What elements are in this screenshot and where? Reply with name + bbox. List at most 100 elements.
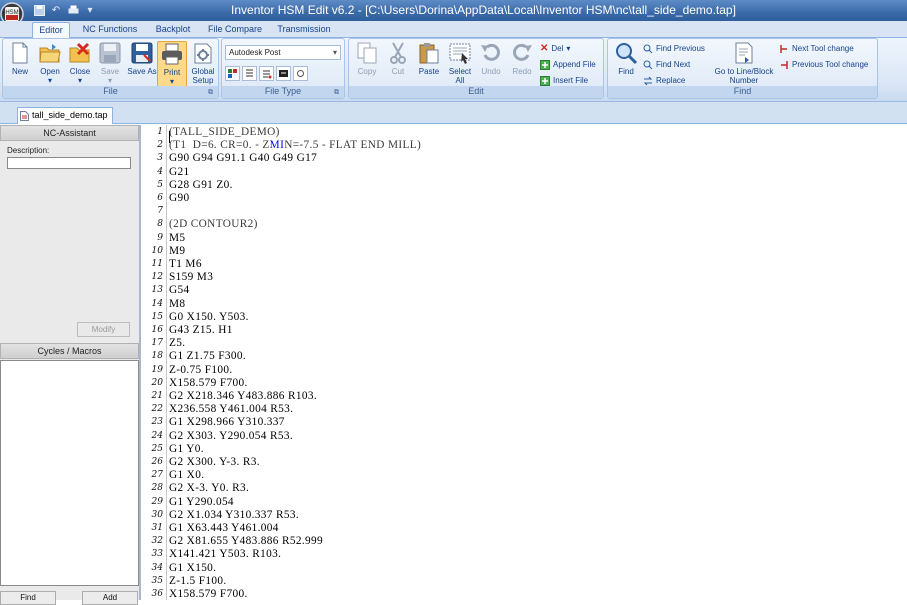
ribbon: New Open ▾ Close ▾ Save ▾ Save As Print … [0,38,907,102]
close-button[interactable]: Close ▾ [65,41,95,87]
print-label: Print [163,68,181,77]
filetype-block-icon[interactable] [276,66,291,81]
go-to-line-label: Go to Line/Block Number [714,67,774,85]
previous-tool-icon [781,60,788,69]
line-number: 28 [151,483,163,494]
file-group-launcher-icon[interactable]: ⧉ [208,89,216,97]
cycles-macros-list[interactable] [0,360,139,586]
file-type-toolbar [225,66,308,81]
code-line: Z5. [169,337,186,350]
find-previous-button[interactable]: Find Previous [643,42,705,55]
redo-button[interactable]: Redo [507,41,537,87]
append-file-label: Append File [553,60,596,69]
undo-button[interactable]: Undo [476,41,506,87]
del-dropdown-icon: ▾ [566,44,571,53]
print-button[interactable]: Print ▾ [157,41,187,87]
code-line: X158.579 F700. [169,376,248,389]
append-file-button[interactable]: Append File [540,58,596,71]
filetype-options-icon[interactable] [293,66,308,81]
find-next-icon [643,60,653,69]
save-button[interactable]: Save ▾ [95,41,125,87]
tab-backplot[interactable]: Backplot [150,22,196,38]
find-previous-label: Find Previous [656,44,705,53]
tab-editor[interactable]: Editor [32,22,70,38]
go-to-line-button[interactable]: Go to Line/Block Number [711,41,777,87]
close-label: Close [69,67,91,76]
paste-label: Paste [418,67,440,76]
filetype-colored-icon[interactable] [225,66,240,81]
find-next-button[interactable]: Find Next [643,58,690,71]
code-line: G2 X1.034 Y310.337 R53. [169,508,300,521]
code-line: G2 X218.346 Y483.886 R103. [169,390,318,402]
line-number: 34 [151,562,163,573]
new-file-icon [12,42,28,64]
code-line: M8 [169,297,186,310]
find-button[interactable]: Find [611,41,641,87]
description-input[interactable] [7,157,131,169]
global-setup-button[interactable]: Global Setup [188,41,218,87]
file-type-group-label: File Type [222,86,344,98]
del-label: Del [551,44,564,53]
filetype-renumber-icon[interactable] [259,66,274,81]
copy-icon [357,42,377,64]
code-line: G54 [169,284,190,297]
post-select[interactable]: Autodesk Post ▾ [225,45,341,60]
close-folder-icon [69,42,90,63]
scissors-icon [390,42,406,64]
cut-button[interactable]: Cut [383,41,413,87]
tab-nc-functions[interactable]: NC Functions [78,22,142,38]
tab-transmission[interactable]: Transmission [274,22,334,38]
line-number: 9 [157,232,163,243]
code-editor[interactable]: 1 2 3 4 5 6 7 8 9 10 11 12 13 14 15 16 17 18 19 20 21 22 23 24 2… [143,125,907,600]
code-line: G21 [169,165,190,178]
modify-button[interactable]: Modify [77,322,130,337]
code-line: (2D CONTOUR2) [169,218,258,231]
edit-group: Copy Cut Paste Select All Undo Redo ✕ De… [348,38,604,99]
printer-icon [162,43,182,65]
filetype-list-icon[interactable] [242,66,257,81]
open-button[interactable]: Open ▾ [35,41,65,87]
document-tab[interactable]: tall_side_demo.tap [17,107,113,124]
go-to-line-icon [735,42,753,64]
line-number: 6 [157,193,163,203]
append-file-icon [540,59,550,70]
line-number: 2 [157,140,163,151]
line-number: 27 [151,470,163,481]
line-number: 13 [151,285,163,296]
panel-find-button[interactable]: Find [0,591,56,605]
save-as-button[interactable]: Save As [127,41,157,87]
line-number: 20 [151,377,163,388]
open-dropdown-icon: ▾ [47,76,52,85]
tap-file-icon [20,111,29,121]
file-type-launcher-icon[interactable]: ⧉ [334,89,342,97]
panel-add-button[interactable]: Add [82,591,138,605]
line-number: 32 [151,536,163,547]
next-tool-change-button[interactable]: Next Tool change [779,42,854,55]
line-number: 36 [151,589,163,599]
paste-button[interactable]: Paste [414,41,444,87]
cycles-macros-header: Cycles / Macros [0,343,139,359]
previous-tool-label: Previous Tool change [792,60,869,69]
save-as-label: Save As [127,67,157,76]
del-button[interactable]: ✕ Del ▾ [540,42,570,55]
next-tool-icon [780,44,787,53]
line-number: 16 [151,325,163,335]
tab-file-compare[interactable]: File Compare [206,22,264,38]
delete-x-icon: ✕ [540,43,549,54]
line-number: 22 [151,404,163,415]
copy-button[interactable]: Copy [352,41,382,87]
file-group-label: File [3,86,218,98]
select-all-label: Select All [448,67,472,85]
line-number: 18 [151,351,163,362]
line-number: 19 [151,364,163,375]
line-number: 31 [151,523,163,533]
select-all-button[interactable]: Select All [445,41,475,87]
save-dropdown-icon: ▾ [107,76,112,85]
line-number: 35 [151,575,163,586]
code-line: G1 Y0. [169,442,204,455]
line-number-gutter: 1 2 3 4 5 6 7 8 9 10 11 12 13 14 15 16 17 18 19 20 21 22 23 24 2… [143,125,167,600]
close-dropdown-icon: ▾ [77,76,82,85]
previous-tool-change-button[interactable]: Previous Tool change [779,58,868,71]
save-label: Save [100,67,120,76]
new-button[interactable]: New [5,41,35,87]
